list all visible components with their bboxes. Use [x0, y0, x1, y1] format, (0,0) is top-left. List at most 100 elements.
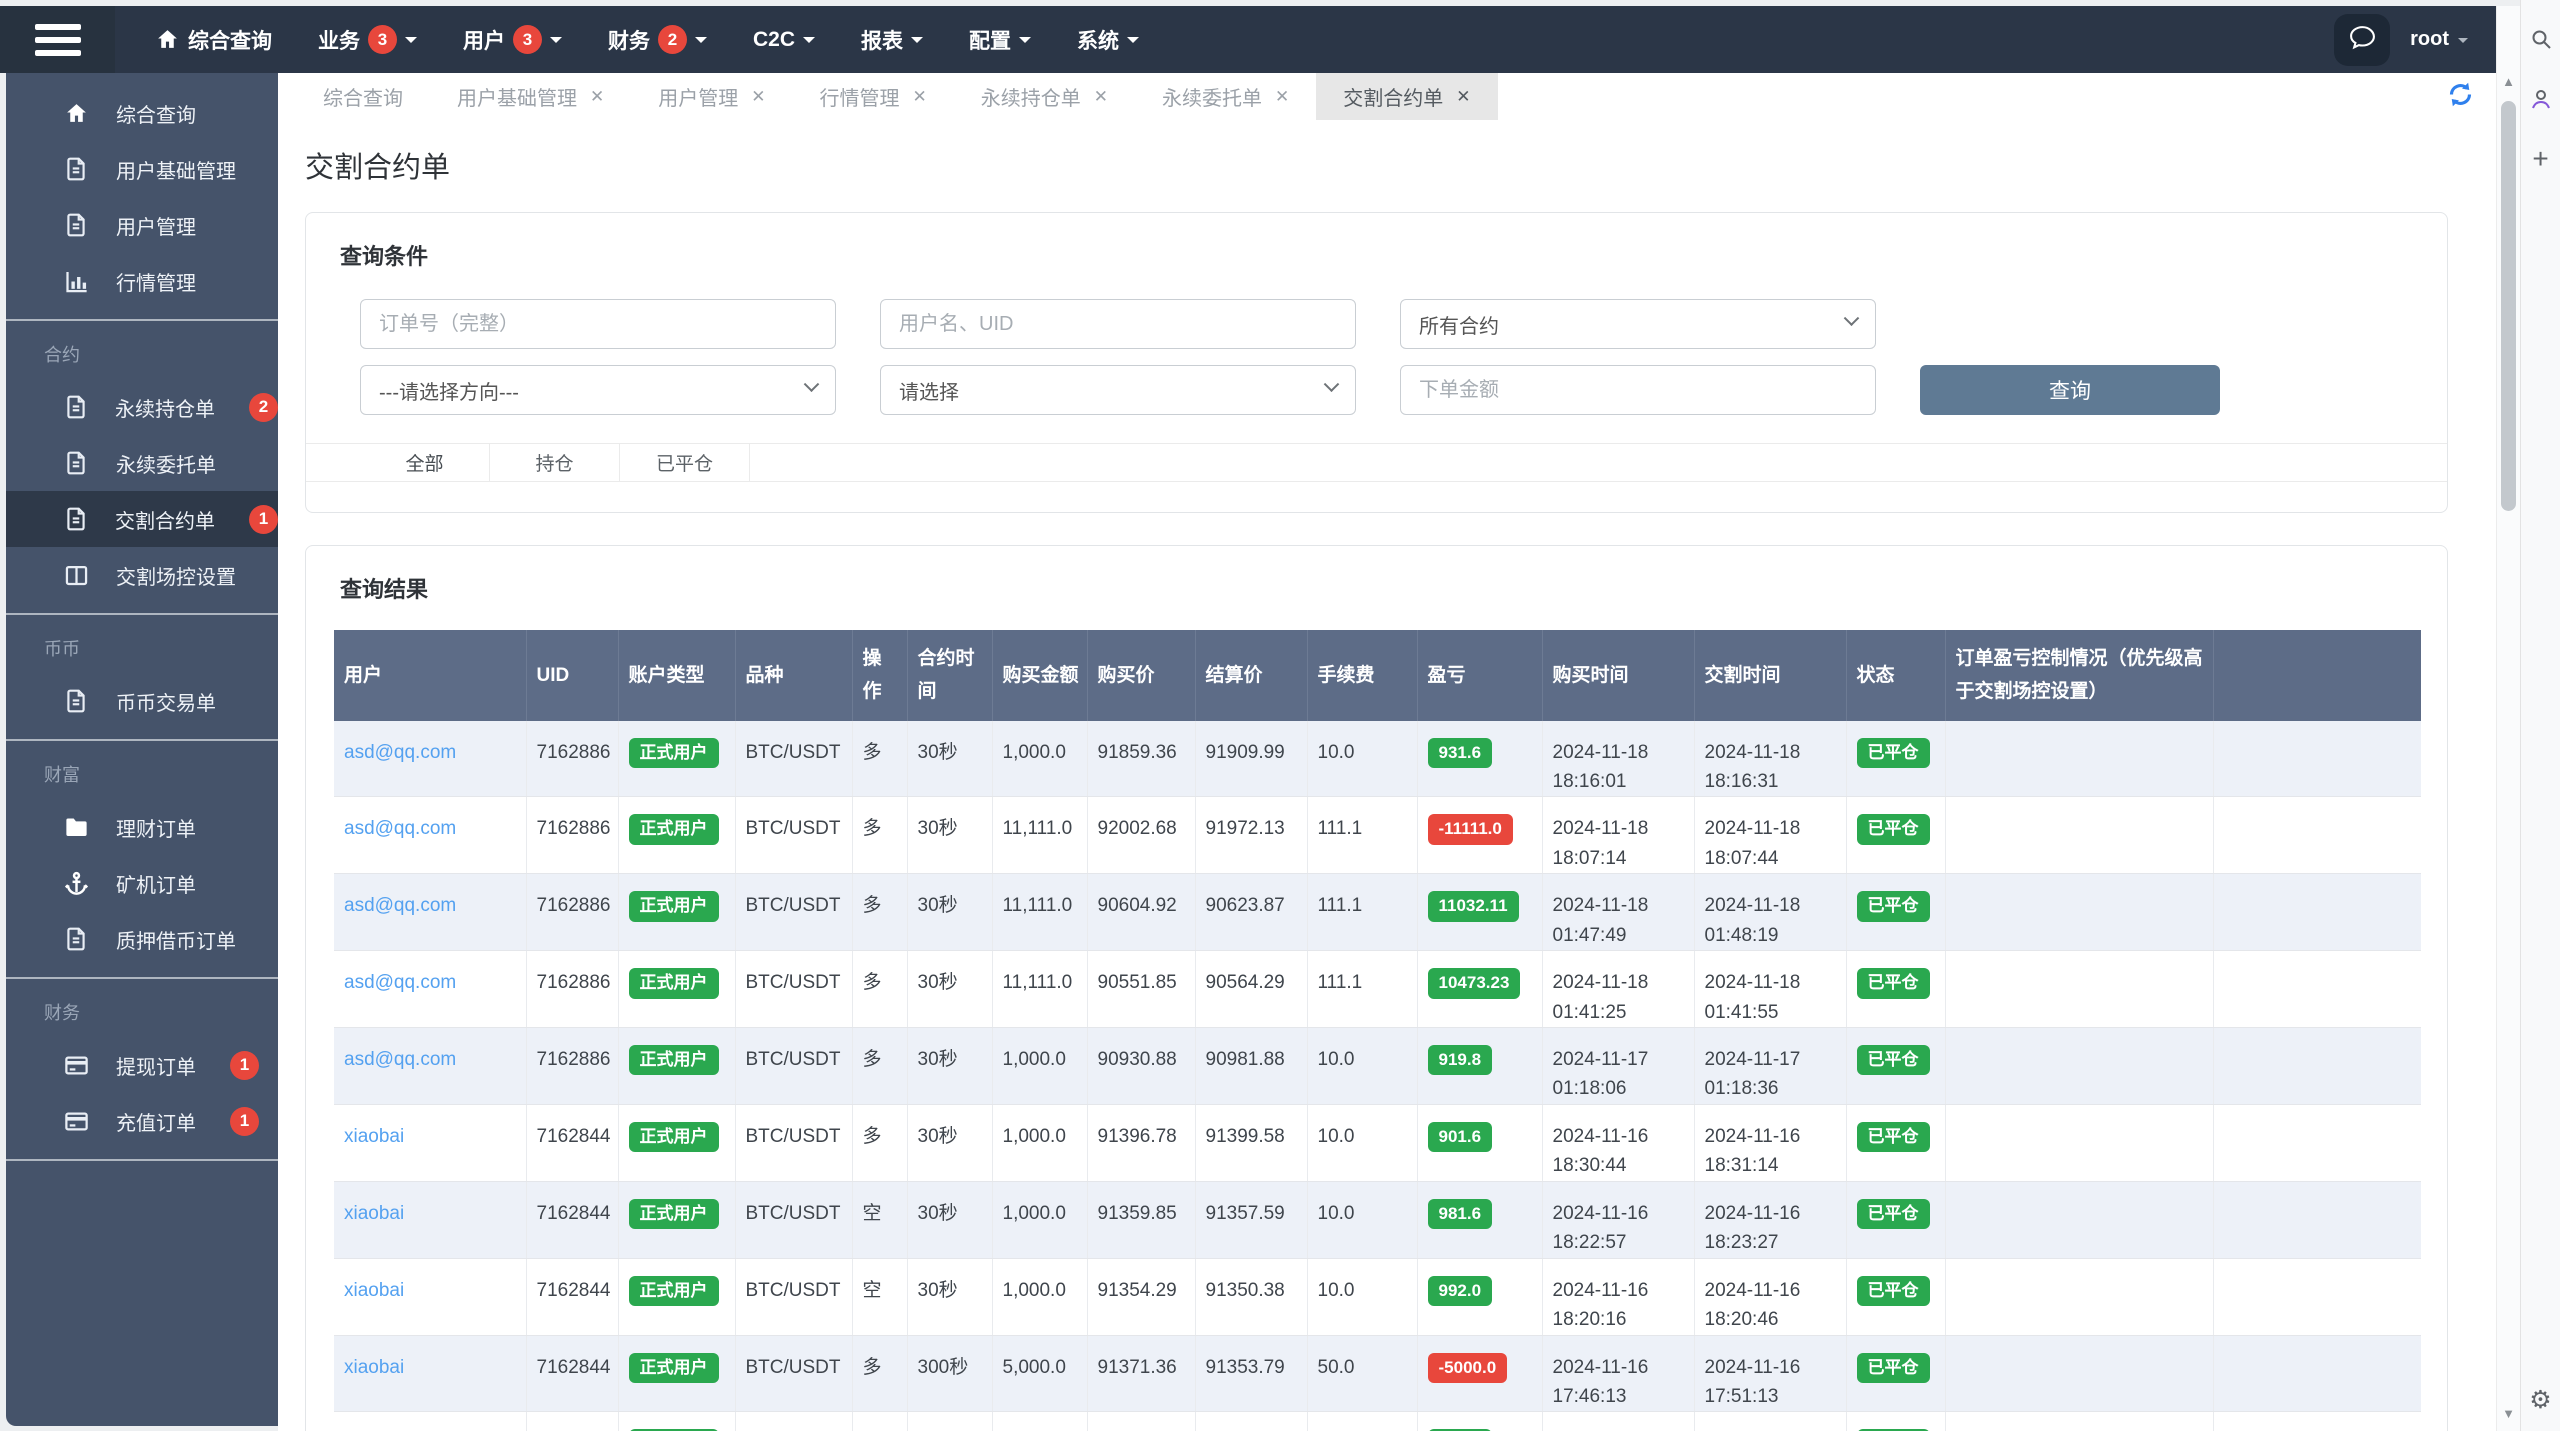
close-icon[interactable]: ✕: [1275, 87, 1289, 107]
sidebar-item-币币交易单[interactable]: 币币交易单: [6, 673, 278, 729]
user-link[interactable]: asd@qq.com: [344, 818, 456, 839]
tab-label: 永续委托单: [1162, 88, 1262, 110]
sidebar-item-交割合约单[interactable]: 交割合约单 1: [6, 491, 278, 547]
sidebar-item-质押借币订单[interactable]: 质押借币订单: [6, 911, 278, 967]
sidebar-item-矿机订单[interactable]: 矿机订单: [6, 855, 278, 911]
chevron-down-icon: [911, 37, 924, 49]
sidebar-item-理财订单[interactable]: 理财订单: [6, 799, 278, 855]
nav-item-综合查询[interactable]: 综合查询: [155, 25, 272, 55]
nav-item-C2C[interactable]: C2C: [753, 28, 816, 52]
tab-label: 用户管理: [658, 88, 739, 110]
nav-item-业务[interactable]: 业务 3: [318, 25, 417, 55]
file-icon: [62, 506, 89, 532]
add-icon[interactable]: +: [2528, 143, 2554, 174]
search-button[interactable]: 查询: [1920, 365, 2220, 415]
scrollbar[interactable]: ▲ ▼: [2496, 6, 2520, 1431]
table-row: asd@qq.com 7162886 正式用户 BTC/USDT 多 30秒 11,111.…: [334, 873, 2421, 952]
table-row: asd@qq.com 7162886 正式用户 BTC/USDT 多 30秒 11,111.…: [334, 796, 2421, 875]
tab-用户基础管理[interactable]: 用户基础管理 ✕: [430, 73, 631, 120]
notification-badge: 3: [513, 25, 542, 54]
user-link[interactable]: asd@qq.com: [344, 972, 456, 993]
scroll-down-arrow[interactable]: ▼: [2497, 1406, 2520, 1421]
settings-gear-icon[interactable]: ⚙: [2528, 1386, 2554, 1414]
refresh-icon: [2447, 81, 2474, 113]
status-badge: 已平仓: [1856, 1121, 1930, 1153]
tab-综合查询[interactable]: 综合查询: [296, 73, 430, 120]
chevron-down-icon: [695, 37, 707, 49]
sidebar-item-综合查询[interactable]: 综合查询: [6, 85, 278, 141]
chevron-down-icon: [803, 37, 816, 49]
chat-bubble-icon: [2349, 25, 2376, 55]
nav-item-label: 配置: [969, 29, 1012, 53]
user-link[interactable]: xiaobai: [344, 1126, 404, 1147]
sidebar-item-提现订单[interactable]: 提现订单 1: [6, 1037, 278, 1093]
close-icon[interactable]: ✕: [751, 87, 765, 107]
contract-select[interactable]: 所有合约: [1400, 299, 1876, 349]
nav-item-用户[interactable]: 用户 3: [463, 25, 562, 55]
sidebar-toggle-button[interactable]: [0, 6, 115, 73]
column-header: [2213, 630, 2421, 721]
user-link[interactable]: asd@qq.com: [344, 895, 456, 916]
nav-item-配置[interactable]: 配置: [969, 25, 1032, 55]
nav-item-报表[interactable]: 报表: [861, 25, 924, 55]
filter-tab-已平仓[interactable]: 已平仓: [620, 444, 750, 481]
user-link[interactable]: asd@qq.com: [344, 742, 456, 763]
nav-item-label: 业务: [318, 29, 360, 53]
tab-用户管理[interactable]: 用户管理 ✕: [631, 73, 792, 120]
nav-item-财务[interactable]: 财务 2: [608, 25, 707, 55]
status-select[interactable]: 请选择: [880, 365, 1356, 415]
nav-item-label: 用户: [463, 29, 505, 53]
close-icon[interactable]: ✕: [1456, 87, 1470, 107]
status-badge: 已平仓: [1856, 1275, 1930, 1307]
username-uid-input[interactable]: [880, 299, 1356, 349]
profile-icon[interactable]: [2528, 86, 2554, 112]
tab-行情管理[interactable]: 行情管理 ✕: [793, 73, 954, 120]
query-panel-title: 查询条件: [340, 244, 429, 269]
nav-item-label: 财务: [608, 29, 650, 53]
tab-label: 永续持仓单: [980, 88, 1081, 110]
column-header: 操作: [852, 630, 908, 721]
sidebar-item-交割场控设置[interactable]: 交割场控设置: [6, 547, 278, 603]
filter-tabs: 全部 持仓 已平仓: [306, 443, 2447, 482]
order-amount-input[interactable]: [1400, 365, 1876, 415]
close-icon[interactable]: ✕: [1094, 87, 1108, 107]
order-number-input[interactable]: [360, 299, 836, 349]
sidebar-item-label: 矿机订单: [116, 874, 196, 897]
user-link[interactable]: xiaobai: [344, 1280, 404, 1301]
direction-select[interactable]: ---请选择方向---: [360, 365, 836, 415]
refresh-button[interactable]: [2447, 81, 2474, 113]
user-link[interactable]: xiaobai: [344, 1357, 404, 1378]
user-menu[interactable]: root: [2410, 28, 2468, 51]
notification-badge: 1: [249, 504, 278, 534]
pnl-badge: -11111.0: [1427, 814, 1513, 845]
pnl-badge: 10473.23: [1427, 968, 1521, 999]
tab-永续持仓单[interactable]: 永续持仓单 ✕: [954, 73, 1135, 120]
username: root: [2410, 28, 2449, 50]
chat-button[interactable]: [2334, 13, 2391, 66]
sidebar-item-用户管理[interactable]: 用户管理: [6, 197, 278, 253]
tab-label: 行情管理: [819, 88, 900, 110]
sidebar-item-用户基础管理[interactable]: 用户基础管理: [6, 141, 278, 197]
sidebar: 综合查询 用户基础管理 用户管理 行情管理 合约 永续持仓单 2 永续委托单 交割合约单 1 交割场…: [6, 73, 278, 1426]
search-icon[interactable]: [2528, 26, 2554, 52]
status-badge: 已平仓: [1856, 891, 1930, 922]
column-header: 状态: [1846, 630, 1946, 721]
card-icon: [62, 1052, 90, 1079]
scroll-up-arrow[interactable]: ▲: [2497, 74, 2520, 89]
sidebar-item-行情管理[interactable]: 行情管理: [6, 253, 278, 309]
filter-tab-持仓[interactable]: 持仓: [490, 444, 620, 481]
scrollbar-thumb[interactable]: [2501, 101, 2516, 511]
sidebar-item-充值订单[interactable]: 充值订单 1: [6, 1093, 278, 1149]
sidebar-item-永续持仓单[interactable]: 永续持仓单 2: [6, 379, 278, 435]
close-icon[interactable]: ✕: [590, 87, 604, 107]
filter-tab-全部[interactable]: 全部: [360, 444, 490, 481]
nav-item-label: 系统: [1077, 29, 1120, 53]
nav-item-系统[interactable]: 系统: [1077, 25, 1140, 55]
close-icon[interactable]: ✕: [913, 87, 927, 107]
user-link[interactable]: xiaobai: [344, 1203, 404, 1224]
tab-永续委托单[interactable]: 永续委托单 ✕: [1135, 73, 1316, 120]
navbar-right: root: [2334, 13, 2468, 66]
user-link[interactable]: asd@qq.com: [344, 1049, 456, 1070]
sidebar-item-永续委托单[interactable]: 永续委托单: [6, 435, 278, 491]
tab-交割合约单[interactable]: 交割合约单 ✕: [1316, 73, 1498, 120]
